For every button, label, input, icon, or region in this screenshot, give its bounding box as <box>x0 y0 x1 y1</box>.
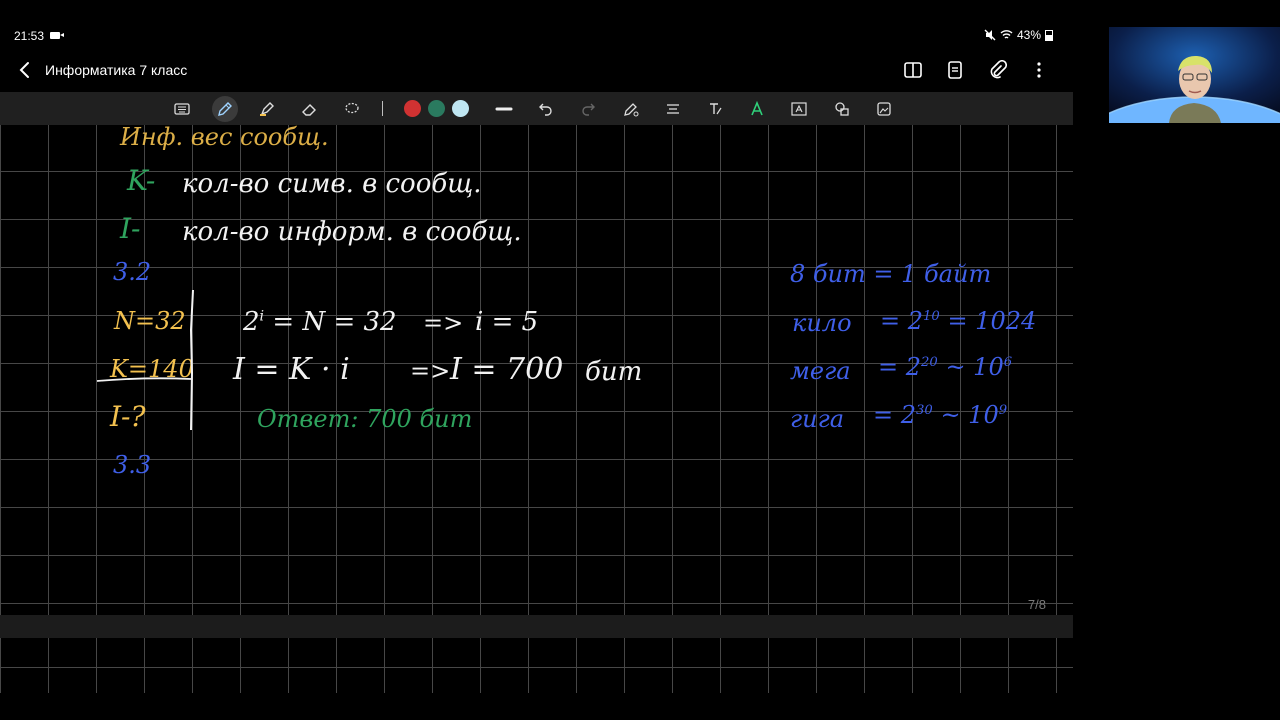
equation-1-arrow: => <box>423 309 464 337</box>
stroke-width-tool[interactable] <box>491 96 517 122</box>
page-gap <box>0 615 1073 638</box>
letter-i: I- <box>120 212 141 245</box>
chevron-left-icon <box>19 62 29 78</box>
equation-1-result: i = 5 <box>475 307 539 337</box>
note-title: Информатика 7 класс <box>45 62 188 78</box>
lasso-tool[interactable] <box>339 96 365 122</box>
pen-tool[interactable] <box>212 96 238 122</box>
more-options-button[interactable] <box>1027 58 1051 82</box>
text-box-icon <box>791 102 807 116</box>
shape-recognition-tool[interactable] <box>744 96 770 122</box>
recognition-icon <box>751 100 763 116</box>
note-canvas[interactable]: Инф. вес сообщ. K- кол-во симв. в сообщ.… <box>0 125 1073 615</box>
presenter-video <box>1109 27 1280 123</box>
page-counter: 7/8 <box>1027 597 1046 612</box>
redo-icon <box>582 103 595 116</box>
insert-image-tool[interactable] <box>871 96 897 122</box>
shapes-icon <box>835 102 849 116</box>
keyboard-tool[interactable] <box>169 96 195 122</box>
text-align-icon <box>667 104 679 114</box>
color-swatch-light-blue[interactable] <box>452 100 469 117</box>
highlighter-tool[interactable] <box>254 96 280 122</box>
equation-2-unit: бит <box>585 357 643 387</box>
equation-2-arrow: => <box>410 357 451 385</box>
pen-settings-tool[interactable] <box>618 96 644 122</box>
paperclip-icon <box>990 60 1007 79</box>
line-i-definition: кол-во информ. в сообщ. <box>182 217 522 247</box>
pen-icon <box>218 102 232 116</box>
status-bar: 21:53 43% <box>0 22 1073 50</box>
ref-giga-formula: = 230 ~ 109 <box>873 401 1008 429</box>
toolbar-separator <box>382 101 383 116</box>
color-swatch-green[interactable] <box>428 100 445 117</box>
next-page-canvas[interactable] <box>0 638 1073 693</box>
task-3-3-label: 3.3 <box>113 451 152 479</box>
webcam-overlay <box>1109 27 1280 123</box>
ref-kilo-formula: = 210 = 1024 <box>880 307 1037 335</box>
answer-text: Ответ: 700 бит <box>257 405 473 433</box>
stroke-width-icon <box>495 107 513 111</box>
pen-settings-icon <box>624 103 639 117</box>
mute-icon <box>984 29 996 41</box>
highlighter-icon <box>260 102 274 116</box>
battery-icon <box>1045 29 1053 41</box>
redo-button[interactable] <box>575 96 601 122</box>
status-indicators: 43% <box>984 28 1053 42</box>
ref-giga-label: гига <box>790 405 845 433</box>
lasso-icon <box>345 102 359 114</box>
line-inf-weight: Инф. вес сообщ. <box>120 123 329 151</box>
notes-app: 21:53 43% Информатика 7 класс Инф. вес с… <box>0 0 1073 720</box>
eraser-tool[interactable] <box>296 96 322 122</box>
line-k-definition: кол-во симв. в сообщ. <box>182 169 482 199</box>
ref-mega-formula: = 220 ~ 106 <box>878 353 1013 381</box>
drawing-toolbar <box>0 92 1073 125</box>
given-bracket-lines <box>96 289 194 431</box>
page-list-button[interactable] <box>943 58 967 82</box>
app-header: Информатика 7 класс <box>0 54 1073 86</box>
shapes-tool[interactable] <box>829 96 855 122</box>
ref-kilo-label: кило <box>792 309 852 337</box>
equation-2: I = K · i <box>233 352 350 387</box>
text-pen-icon <box>710 103 722 115</box>
camera-recording-icon <box>50 32 64 39</box>
letter-k: K- <box>127 164 156 197</box>
keyboard-icon <box>174 103 190 115</box>
more-vertical-icon <box>1037 62 1041 78</box>
text-box-tool[interactable] <box>786 96 812 122</box>
book-view-button[interactable] <box>901 58 925 82</box>
text-align-tool[interactable] <box>660 96 686 122</box>
back-button[interactable] <box>14 58 36 82</box>
color-swatch-red[interactable] <box>404 100 421 117</box>
attach-button[interactable] <box>985 58 1009 82</box>
battery-percent: 43% <box>1016 28 1041 42</box>
ref-mega-label: мега <box>790 357 851 385</box>
header-actions <box>901 58 1051 82</box>
equation-1: 2i = N = 32 <box>243 307 397 337</box>
eraser-icon <box>302 104 316 116</box>
status-time: 21:53 <box>14 29 45 43</box>
image-icon <box>877 102 891 116</box>
equation-2-result: I = 700 <box>450 352 564 387</box>
book-icon <box>904 62 922 78</box>
document-list-icon <box>948 61 962 79</box>
ref-byte: 8 бит = 1 байт <box>790 260 992 288</box>
task-3-2-label: 3.2 <box>113 258 152 286</box>
handwriting-text-tool[interactable] <box>702 96 728 122</box>
undo-icon <box>539 103 552 116</box>
undo-button[interactable] <box>533 96 559 122</box>
wifi-icon <box>1000 30 1013 39</box>
